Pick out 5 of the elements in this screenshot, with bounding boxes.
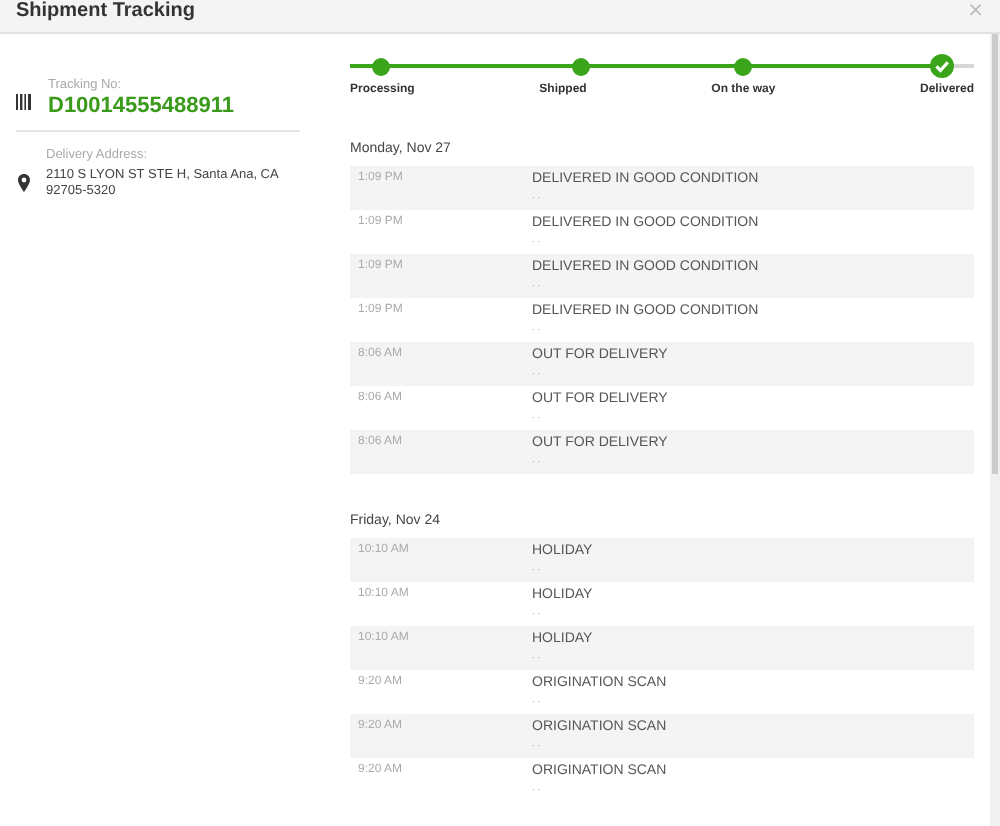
barcode-icon bbox=[16, 94, 32, 110]
close-button[interactable]: × bbox=[967, 2, 984, 22]
location-pin-icon bbox=[18, 174, 30, 192]
window-title: Shipment Tracking bbox=[16, 0, 195, 22]
tracking-number: D10014555488911 bbox=[48, 94, 234, 118]
